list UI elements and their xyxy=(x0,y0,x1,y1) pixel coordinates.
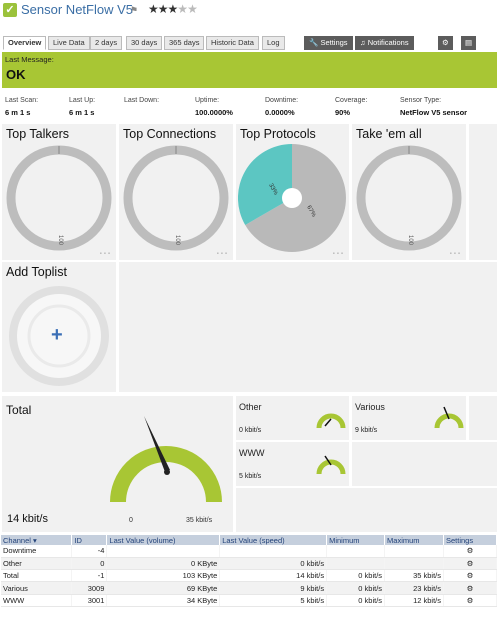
add-toplist-panel[interactable]: Add Toplist + xyxy=(2,262,116,392)
add-toplist-title: Add Toplist xyxy=(6,265,67,279)
star-icon[interactable]: ★ xyxy=(177,2,188,16)
channel-table: Channel ▾ ID Last Value (volume) Last Va… xyxy=(1,535,497,607)
last-message-bar: Last Message: OK xyxy=(2,52,497,88)
gear-icon[interactable]: ⚙ xyxy=(467,571,474,580)
toplist-title: Top Connections xyxy=(123,127,217,141)
tab-overview[interactable]: Overview xyxy=(3,36,47,50)
star-icon[interactable]: ★ xyxy=(148,2,159,16)
total-gauge-panel[interactable]: Total 0 35 kbit/s 14 kbit/s xyxy=(2,396,233,532)
gauge-title: WWW xyxy=(239,448,265,458)
tab-log[interactable]: Log xyxy=(262,36,285,50)
stat-last-scan: Last Scan: 6 m 1 s xyxy=(5,97,39,117)
stat-last-up: Last Up: 6 m 1 s xyxy=(69,97,96,117)
toplist-title: Top Talkers xyxy=(6,127,69,141)
ring-label: 100 xyxy=(174,235,180,246)
gear-icon[interactable]: ⚙ xyxy=(467,584,474,593)
mini-gauge xyxy=(316,455,346,475)
toplist-title: Take 'em all xyxy=(356,127,422,141)
col-id[interactable]: ID xyxy=(71,535,108,545)
stat-sensor-type: Sensor Type: NetFlow V5 sensor xyxy=(400,97,468,117)
table-row[interactable]: Total -1 103 KByte 14 kbit/s 0 kbit/s 35 kbit… xyxy=(1,569,497,583)
toplist-take-em-all[interactable]: Take 'em all 100 ▪▪▪ xyxy=(352,124,466,260)
col-last-volume[interactable]: Last Value (volume) xyxy=(106,535,221,545)
total-value: 14 kbit/s xyxy=(7,513,48,525)
col-minimum[interactable]: Minimum xyxy=(326,535,386,545)
notifications-button[interactable]: ♫ Notifications xyxy=(355,36,414,50)
star-icon[interactable]: ★ xyxy=(158,2,169,16)
col-maximum[interactable]: Maximum xyxy=(384,535,444,545)
gear-icon[interactable]: ⚙ xyxy=(467,596,474,605)
tab-live-data[interactable]: Live Data xyxy=(48,36,90,50)
bell-icon: ♫ xyxy=(360,38,366,47)
stat-coverage: Coverage: 90% xyxy=(335,97,368,117)
empty-panel xyxy=(469,396,497,440)
stat-uptime: Uptime: 100.0000% xyxy=(195,97,233,117)
add-icon[interactable]: + xyxy=(51,324,63,347)
toplist-top-protocols[interactable]: Top Protocols 33% 67% ▪▪▪ xyxy=(236,124,349,260)
gear-icon[interactable]: ⚙ xyxy=(467,559,474,568)
stat-last-down: Last Down: xyxy=(124,97,160,104)
tab-30-days[interactable]: 30 days xyxy=(126,36,163,50)
stat-downtime: Downtime: 0.0000% xyxy=(265,97,299,117)
tab-2-days[interactable]: 2 days xyxy=(90,36,123,50)
flag-icon[interactable]: ⚑ xyxy=(130,5,138,16)
col-last-speed[interactable]: Last Value (speed) xyxy=(219,535,328,545)
col-settings: Settings xyxy=(443,535,497,545)
star-icon[interactable]: ★ xyxy=(168,2,179,16)
mini-gauge xyxy=(316,413,346,429)
gauge-title: Other xyxy=(239,402,262,412)
ring-label: 100 xyxy=(407,235,413,246)
settings-button[interactable]: 🔧 Settings xyxy=(304,36,353,50)
col-channel[interactable]: Channel ▾ xyxy=(1,535,73,545)
table-row[interactable]: Downtime -4 ⚙ xyxy=(1,545,497,558)
status-ok-icon: ✓ xyxy=(3,3,17,17)
tab-365-days[interactable]: 365 days xyxy=(164,36,205,50)
gear-icon[interactable]: ⚙ xyxy=(467,546,474,555)
gear-button[interactable]: ⚙ xyxy=(438,36,453,50)
star-icon[interactable]: ★ xyxy=(187,2,198,16)
page-button[interactable]: ▤ xyxy=(461,36,477,50)
panel-tools-icon[interactable]: ▪▪▪ xyxy=(217,251,229,257)
total-gauge xyxy=(110,416,222,503)
table-row[interactable]: Other 0 0 KByte 0 kbit/s ⚙ xyxy=(1,557,497,571)
gauge-value: 9 kbit/s xyxy=(355,427,378,434)
pie-chart: 33% 67% xyxy=(238,144,346,252)
document-icon: ▤ xyxy=(465,38,473,47)
gear-icon: ⚙ xyxy=(442,38,449,47)
empty-panel xyxy=(119,262,497,392)
ring-chart: 100 xyxy=(123,145,229,251)
last-message-label: Last Message: xyxy=(5,55,54,64)
panel-tools-icon[interactable]: ▪▪▪ xyxy=(333,251,345,257)
wrench-icon: 🔧 xyxy=(309,38,319,47)
page-title: Sensor NetFlow V5 xyxy=(21,2,133,17)
empty-panel xyxy=(469,124,497,260)
mini-gauge xyxy=(434,406,464,429)
ring-chart: 100 xyxy=(6,145,112,251)
panel-tools-icon[interactable]: ▪▪▪ xyxy=(450,251,462,257)
table-row[interactable]: WWW 3001 34 KByte 5 kbit/s 0 kbit/s 12 kbit/s… xyxy=(1,594,497,607)
mini-gauge-www[interactable]: WWW 5 kbit/s xyxy=(236,442,349,486)
sort-down-icon[interactable]: ▾ xyxy=(33,536,37,545)
mini-gauge-other[interactable]: Other 0 kbit/s xyxy=(236,396,349,440)
empty-panel xyxy=(352,442,497,486)
gauge-min-label: 0 xyxy=(129,517,133,524)
table-row[interactable]: Various 3009 69 KByte 9 kbit/s 0 kbit/s 23 kb… xyxy=(1,581,497,595)
ring-chart: 100 xyxy=(356,145,462,251)
last-message-value: OK xyxy=(6,67,26,82)
toplist-top-talkers[interactable]: Top Talkers 100 ▪▪▪ xyxy=(2,124,116,260)
mini-gauge-various[interactable]: Various 9 kbit/s xyxy=(352,396,466,440)
toplist-title: Top Protocols xyxy=(240,127,316,141)
empty-panel xyxy=(236,488,497,532)
ring-label: 100 xyxy=(57,235,63,246)
priority-rating[interactable]: ★★★★★ xyxy=(148,2,198,16)
toplist-top-connections[interactable]: Top Connections 100 ▪▪▪ xyxy=(119,124,233,260)
gauge-value: 5 kbit/s xyxy=(239,473,262,480)
gauge-title: Various xyxy=(355,402,385,412)
total-title: Total xyxy=(6,403,32,417)
gauge-value: 0 kbit/s xyxy=(239,427,262,434)
gauge-max-label: 35 kbit/s xyxy=(186,517,213,524)
panel-tools-icon[interactable]: ▪▪▪ xyxy=(100,251,112,257)
tab-historic-data[interactable]: Historic Data xyxy=(206,36,259,50)
